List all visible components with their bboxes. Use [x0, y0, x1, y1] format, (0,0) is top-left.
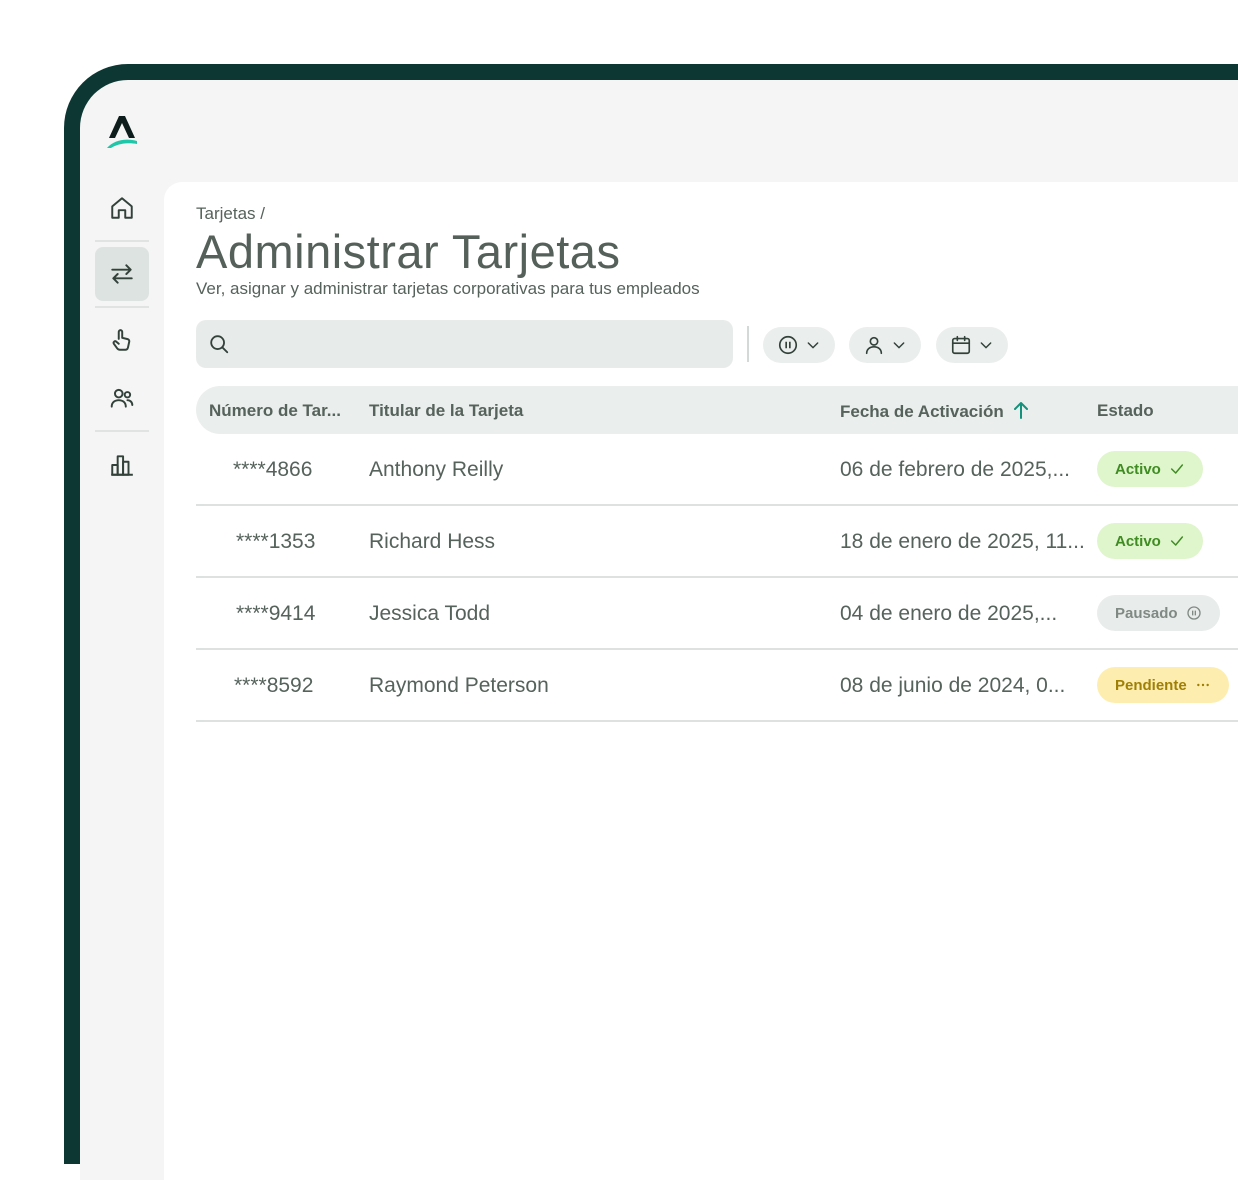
column-header-label: Fecha de Activación — [840, 402, 1004, 421]
card-holder: Jessica Todd — [369, 602, 491, 625]
sidebar-item-users[interactable] — [95, 371, 149, 425]
table-row[interactable]: ****1353 Richard Hess 18 de enero de 202… — [196, 506, 1238, 578]
page-subtitle: Ver, asignar y administrar tarjetas corp… — [196, 279, 700, 298]
user-filter-button[interactable] — [849, 327, 921, 363]
transfer-icon — [111, 264, 133, 284]
sidebar-divider — [95, 240, 149, 242]
status-label: Activo — [1115, 460, 1161, 478]
date-filter-button[interactable] — [936, 327, 1008, 363]
toolbar-divider — [747, 326, 749, 362]
brand-logo — [107, 116, 137, 148]
activation-date: 08 de junio de 2024, 0... — [840, 674, 1066, 697]
pause-circle-icon — [1186, 606, 1201, 620]
breadcrumb[interactable]: Tarjetas / — [196, 204, 265, 224]
sidebar-divider — [95, 306, 149, 308]
user-icon — [865, 336, 883, 355]
status-filter-button[interactable] — [763, 327, 835, 363]
column-header-activation-date[interactable]: Fecha de Activación — [840, 401, 1029, 422]
chevron-down-icon — [980, 342, 992, 349]
card-number: ****1353 — [236, 530, 316, 553]
status-badge: Pendiente — [1097, 667, 1229, 703]
tap-icon — [112, 329, 131, 351]
main-panel: Tarjetas / Administrar Tarjetas Ver, asi… — [164, 182, 1238, 1180]
sidebar-item-home[interactable] — [95, 181, 149, 235]
sidebar-item-tap[interactable] — [95, 313, 149, 367]
activation-date: 04 de enero de 2025,... — [840, 602, 1058, 625]
app-screen: Tarjetas / Administrar Tarjetas Ver, asi… — [80, 80, 1238, 1180]
column-header-holder[interactable]: Titular de la Tarjeta — [369, 401, 523, 421]
card-number: ****9414 — [236, 602, 316, 625]
pause-circle-icon — [778, 335, 798, 355]
card-holder: Richard Hess — [369, 530, 496, 553]
check-icon — [1170, 464, 1183, 474]
status-badge: Activo — [1097, 523, 1203, 559]
check-icon — [1170, 536, 1183, 546]
card-number: ****8592 — [234, 674, 314, 697]
status-badge: Activo — [1097, 451, 1203, 487]
table-row[interactable]: ****8592 Raymond Peterson 08 de junio de… — [196, 650, 1238, 722]
chevron-down-icon — [893, 342, 905, 349]
sidebar-item-transfers[interactable] — [95, 247, 149, 301]
search-input[interactable] — [196, 320, 733, 368]
table-header: Número de Tar... Titular de la Tarjeta F… — [196, 386, 1238, 434]
sort-ascending-icon[interactable] — [1013, 401, 1029, 419]
home-icon — [111, 197, 133, 219]
search-icon — [210, 335, 229, 354]
status-badge: Pausado — [1097, 595, 1220, 631]
activation-date: 18 de enero de 2025, 11... — [840, 530, 1085, 553]
table-row[interactable]: ****9414 Jessica Todd 04 de enero de 202… — [196, 578, 1238, 650]
column-header-status[interactable]: Estado — [1097, 401, 1154, 421]
chart-icon — [111, 455, 133, 476]
users-icon — [110, 388, 134, 408]
card-holder: Anthony Reilly — [369, 458, 504, 481]
calendar-icon — [951, 335, 971, 355]
ellipsis-icon — [1196, 683, 1209, 687]
status-label: Pausado — [1115, 604, 1178, 622]
card-holder: Raymond Peterson — [369, 674, 549, 697]
sidebar-divider — [95, 430, 149, 432]
page-title: Administrar Tarjetas — [196, 225, 621, 278]
activation-date: 06 de febrero de 2025,... — [840, 458, 1071, 481]
sidebar-item-reports[interactable] — [95, 438, 149, 492]
chevron-down-icon — [807, 342, 819, 349]
status-label: Pendiente — [1115, 676, 1187, 694]
column-header-card-number[interactable]: Número de Tar... — [209, 401, 341, 421]
status-label: Activo — [1115, 532, 1161, 550]
table-row[interactable]: ****4866 Anthony Reilly 06 de febrero de… — [196, 434, 1238, 506]
card-number: ****4866 — [233, 458, 313, 481]
